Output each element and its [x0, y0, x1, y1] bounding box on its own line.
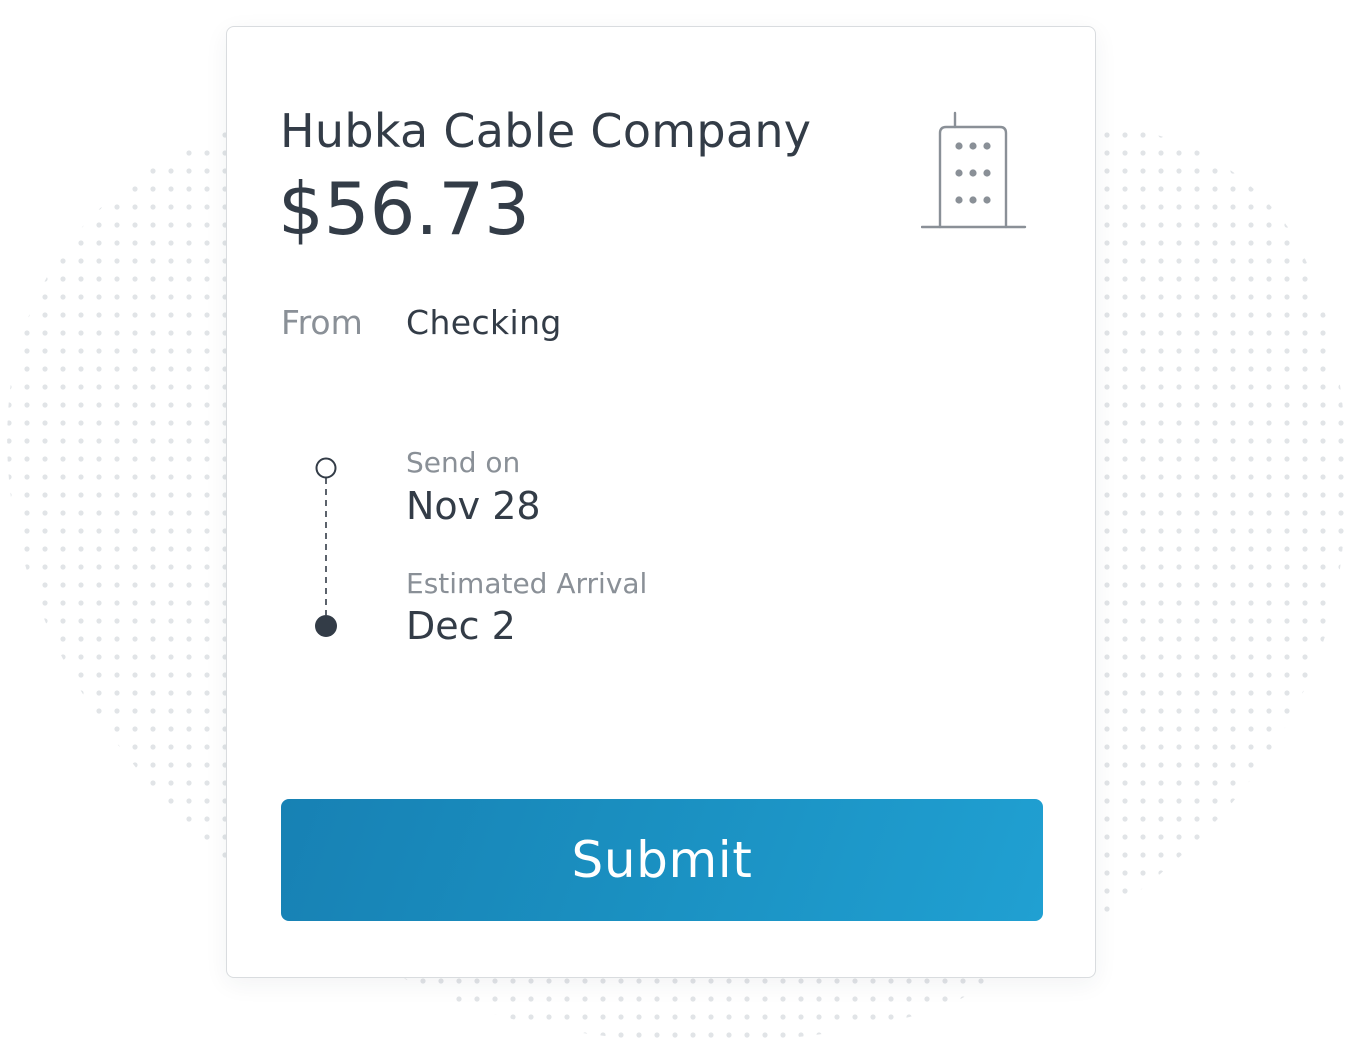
send-date[interactable]: Nov 28 [406, 482, 541, 530]
submit-button[interactable]: Submit [281, 799, 1043, 921]
payment-confirmation-screen: Hubka Cable Company $56.73 From Checking [0, 0, 1369, 1063]
arrival-date: Dec 2 [406, 604, 516, 648]
payee-name: Hubka Cable Company [280, 104, 812, 158]
building-icon [921, 111, 1027, 229]
from-account[interactable]: Checking [406, 301, 562, 345]
from-label: From [281, 303, 363, 342]
arrival-date-marker-icon [315, 615, 337, 637]
send-date-marker-icon [315, 457, 337, 479]
delivery-timeline [315, 457, 337, 637]
send-on-label: Send on [406, 446, 521, 479]
estimated-arrival-label: Estimated Arrival [406, 567, 648, 600]
payment-amount: $56.73 [278, 167, 530, 251]
payment-card: Hubka Cable Company $56.73 From Checking [226, 26, 1096, 978]
